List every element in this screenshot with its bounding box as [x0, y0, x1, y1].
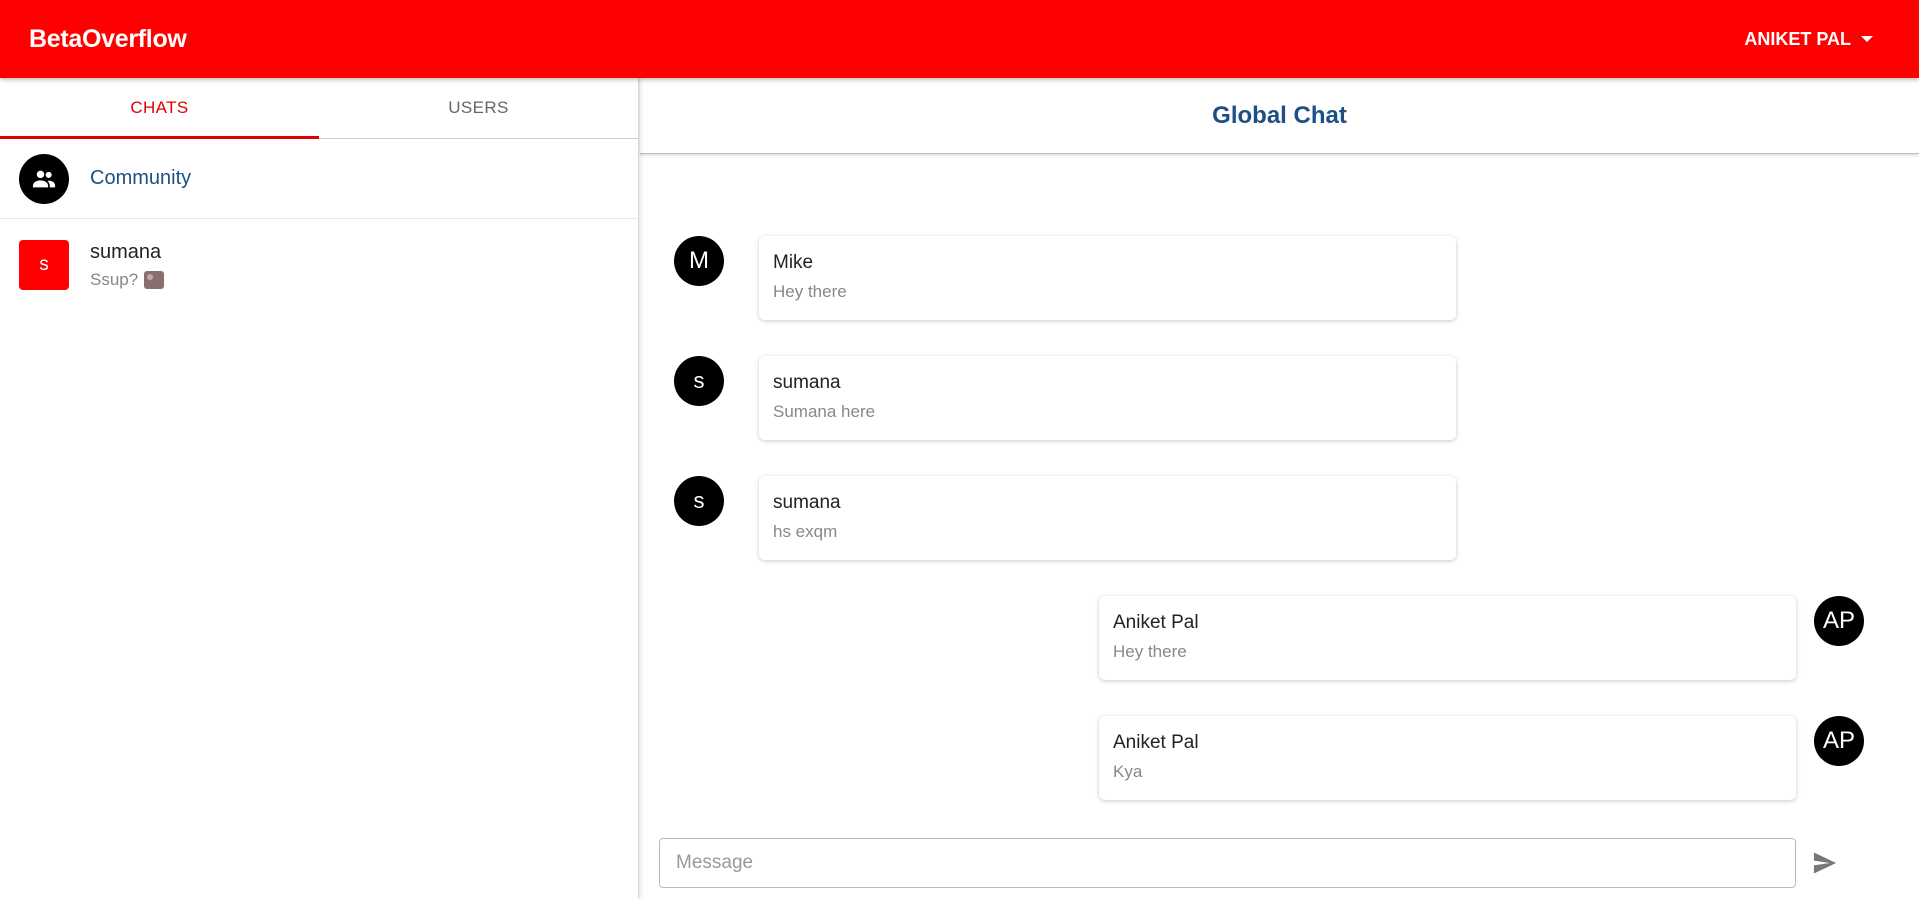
- chat-panel: Global Chat M Mike Hey there s sumana Su…: [640, 78, 1919, 899]
- caret-down-icon: [1861, 36, 1873, 42]
- message-sender: Mike: [773, 252, 814, 273]
- message-text: Sumana here: [773, 402, 876, 421]
- sidebar-tabs: CHATS USERS: [0, 78, 638, 139]
- message-text: Hey there: [773, 282, 847, 301]
- message-composer: [659, 838, 1796, 888]
- message-text: Hey there: [1113, 642, 1187, 661]
- message-bubble: Mike Hey there: [759, 236, 1456, 320]
- tab-chats[interactable]: CHATS: [0, 78, 319, 139]
- message-sender: Aniket Pal: [1113, 612, 1199, 633]
- chat-header: Global Chat: [640, 78, 1919, 154]
- chat-item-preview: Ssup?: [90, 269, 165, 290]
- chat-title: Global Chat: [1212, 101, 1347, 129]
- chat-item-community[interactable]: Community: [0, 139, 638, 219]
- chat-item-name: sumana: [90, 240, 162, 263]
- sidebar: CHATS USERS Community s sumana Ssup?: [0, 78, 639, 899]
- avatar: s: [674, 356, 724, 406]
- message-bubble: sumana hs exqm: [759, 476, 1456, 560]
- send-icon[interactable]: [1810, 849, 1840, 877]
- avatar: AP: [1814, 716, 1864, 766]
- message-sender: sumana: [773, 372, 841, 393]
- chat-item-label: Community: [90, 167, 192, 189]
- tab-users[interactable]: USERS: [319, 78, 638, 138]
- app-bar: BetaOverflow ANIKET PAL: [0, 0, 1919, 78]
- message-text: Kya: [1113, 762, 1143, 781]
- user-menu-label: ANIKET PAL: [1744, 28, 1851, 49]
- avatar: s: [19, 240, 69, 290]
- message-sender: sumana: [773, 492, 841, 513]
- user-menu-button[interactable]: ANIKET PAL: [1744, 29, 1891, 50]
- message-sender: Aniket Pal: [1113, 732, 1199, 753]
- chat-item-sumana[interactable]: s sumana Ssup?: [0, 219, 638, 311]
- avatar: s: [674, 476, 724, 526]
- message-input[interactable]: [676, 852, 1779, 874]
- message-text: hs exqm: [773, 522, 838, 541]
- message-bubble: sumana Sumana here: [759, 356, 1456, 440]
- group-icon: [19, 153, 69, 204]
- chat-preview-text: Ssup?: [90, 269, 139, 289]
- brand-logo[interactable]: BetaOverflow: [29, 25, 187, 54]
- emoji-icon: [144, 270, 165, 289]
- avatar: M: [674, 236, 724, 286]
- message-bubble: Aniket Pal Hey there: [1099, 596, 1796, 680]
- message-bubble: Aniket Pal Kya: [1099, 716, 1796, 800]
- avatar: AP: [1814, 596, 1864, 646]
